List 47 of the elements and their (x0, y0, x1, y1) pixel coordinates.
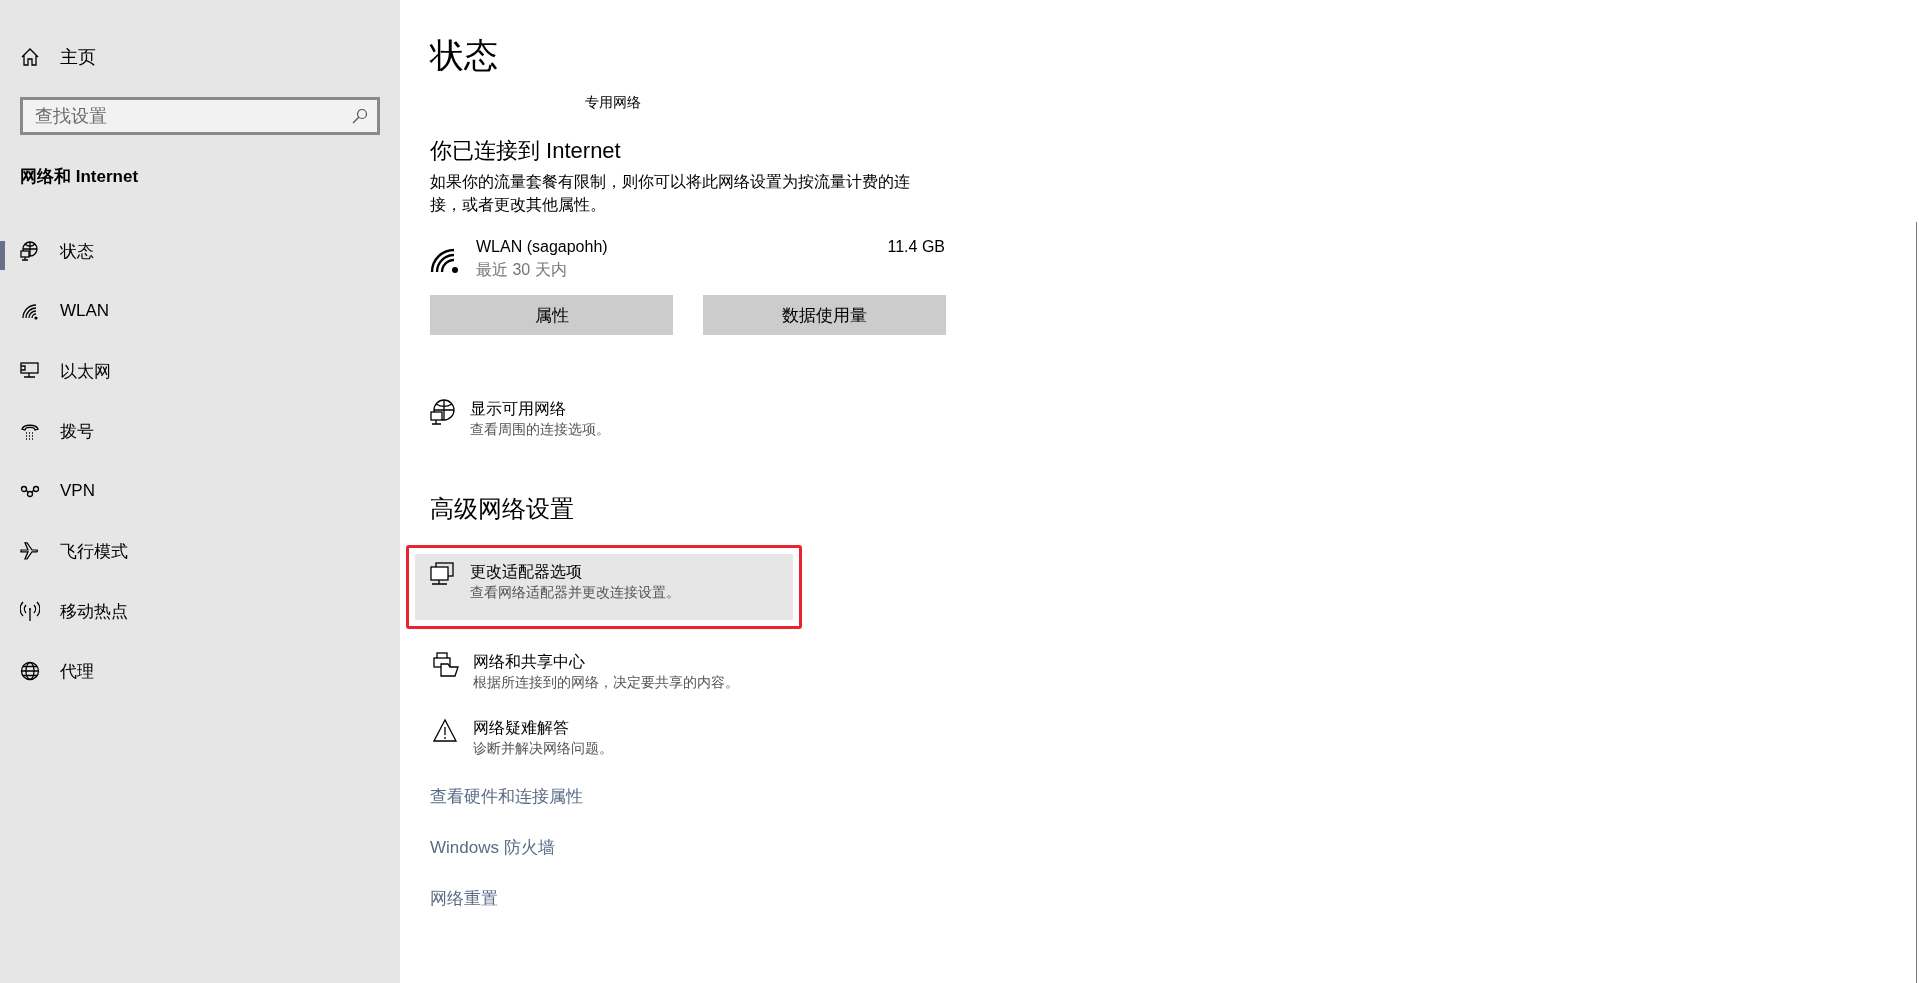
adapter-name: WLAN (sagapohh) (476, 238, 609, 256)
warning-icon (433, 718, 459, 744)
item-description: 查看网络适配器并更改连接设置。 (470, 584, 680, 602)
item-title: 网络疑难解答 (473, 718, 570, 738)
search-icon (352, 108, 368, 124)
settings-link-item[interactable]: 网络疑难解答 诊断并解决网络问题。 (406, 715, 802, 761)
nav-icon (20, 361, 40, 381)
item-title: 网络和共享中心 (473, 652, 586, 672)
item-description: 根据所连接到的网络，决定要共享的内容。 (473, 674, 739, 692)
show-networks-description: 查看周围的连接选项。 (470, 421, 610, 439)
nav-item[interactable]: 移动热点 (0, 581, 400, 641)
settings-link[interactable]: 网络重置 (430, 887, 498, 910)
nav-icon (20, 661, 40, 681)
nav-icon (20, 301, 40, 321)
monitors-icon (430, 562, 456, 588)
nav-icon (20, 241, 40, 261)
settings-link-item[interactable]: 网络和共享中心 根据所连接到的网络，决定要共享的内容。 (406, 649, 802, 695)
section-title: 网络和 Internet (20, 166, 140, 188)
nav-item[interactable]: 拨号 (0, 401, 400, 461)
settings-link[interactable]: Windows 防火墙 (430, 836, 555, 859)
page-title: 状态 (430, 35, 499, 76)
nav-icon (20, 601, 40, 621)
data-usage: 11.4 GB (887, 238, 945, 256)
usage-period: 最近 30 天内 (476, 260, 568, 280)
advanced-heading: 高级网络设置 (430, 494, 575, 524)
home-icon (20, 47, 40, 67)
search-field[interactable]: 查找设置 (20, 97, 380, 135)
globe-monitor-icon (430, 399, 456, 425)
nav-item[interactable]: 状态 (0, 221, 400, 281)
show-networks-link[interactable]: 显示可用网络 (470, 399, 610, 420)
item-title: 更改适配器选项 (470, 562, 583, 582)
data-usage-button[interactable]: 数据使用量 (703, 295, 946, 335)
settings-link-item[interactable]: 更改适配器选项 查看网络适配器并更改连接设置。 (406, 545, 802, 629)
home-link[interactable]: 主页 (60, 45, 96, 69)
nav-icon (20, 541, 40, 561)
connection-description: 如果你的流量套餐有限制，则你可以将此网络设置为按流量计费的连接，或者更改其他属性。 (430, 172, 911, 215)
network-profile: 专用网络 (585, 94, 642, 112)
nav-item[interactable]: VPN (0, 461, 400, 521)
settings-link[interactable]: 查看硬件和连接属性 (430, 785, 583, 808)
nav-item[interactable]: 飞行模式 (0, 521, 400, 581)
nav-item[interactable]: 以太网 (0, 341, 400, 401)
printer-folder-icon (433, 652, 459, 678)
item-description: 诊断并解决网络问题。 (473, 740, 613, 758)
nav-item[interactable]: WLAN (0, 281, 400, 341)
nav-item[interactable]: 代理 (0, 641, 400, 701)
properties-button[interactable]: 属性 (430, 295, 673, 335)
connection-heading: 你已连接到 Internet (430, 137, 622, 165)
